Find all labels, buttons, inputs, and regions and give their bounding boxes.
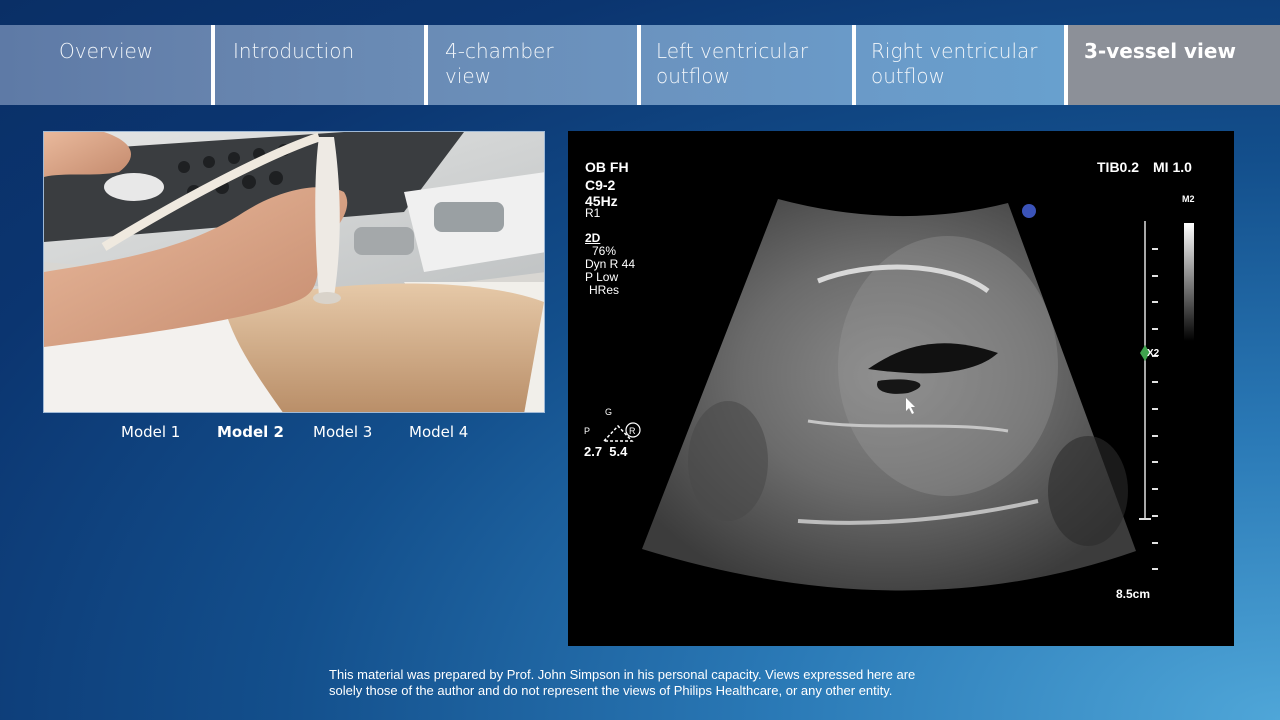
mi-label: MI 1.0	[1153, 159, 1192, 175]
transducer-label: C9-2	[585, 177, 616, 193]
tab-introduction[interactable]: Introduction	[215, 25, 424, 105]
model-4-button[interactable]: Model 4	[409, 423, 468, 441]
disclaimer-line-2: solely those of the author and do not re…	[329, 683, 893, 698]
disclaimer-line-1: This material was prepared by Prof. John…	[329, 667, 916, 682]
tab-label: Left ventricular outflow	[656, 39, 809, 88]
orientation-values: 2.7 5.4	[584, 444, 628, 459]
depth-label: 8.5cm	[1116, 587, 1151, 601]
scan-photo	[44, 132, 544, 412]
model-2-button[interactable]: Model 2	[217, 423, 284, 441]
res-mode-label: HRes	[589, 283, 620, 297]
model-1-button[interactable]: Model 1	[121, 423, 180, 441]
grayscale-map	[1184, 223, 1194, 341]
section-tabs: Overview Introduction 4-chamber view Lef…	[0, 25, 1280, 105]
tab-label: Introduction	[233, 39, 355, 63]
tab-label: Right ventricular outflow	[871, 39, 1038, 88]
scanning-video[interactable]	[43, 131, 545, 413]
orientation-g-label: G	[605, 407, 613, 417]
resolution-label: R1	[585, 206, 601, 220]
map-label: M2	[1182, 194, 1195, 204]
model-selector: Model 1 Model 2 Model 3 Model 4	[0, 423, 600, 443]
tab-label: 4-chamber view	[445, 39, 554, 88]
model-3-button[interactable]: Model 3	[313, 423, 372, 441]
orientation-p-label: P	[584, 426, 591, 436]
tib-label: TIB0.2	[1097, 159, 1140, 175]
tab-right-ventricular-outflow[interactable]: Right ventricular outflow	[856, 25, 1064, 105]
tab-label: 3-vessel view	[1084, 39, 1236, 63]
ultrasound-image: OB FH C9-2 45Hz R1 2D 76% Dyn R 44 P Low…	[568, 131, 1234, 646]
disclaimer-text: This material was prepared by Prof. John…	[329, 667, 989, 699]
preset-label: OB FH	[585, 159, 629, 175]
probe-marker-icon	[1022, 204, 1036, 218]
tab-label: Overview	[59, 39, 154, 63]
focus-marker-label: X2	[1147, 348, 1160, 359]
tab-3-vessel-view[interactable]: 3-vessel view	[1068, 25, 1280, 105]
orientation-r-label: R	[629, 426, 636, 436]
ultrasound-sector	[602, 199, 1194, 591]
tab-4-chamber-view[interactable]: 4-chamber view	[428, 25, 637, 105]
tab-left-ventricular-outflow[interactable]: Left ventricular outflow	[641, 25, 852, 105]
tab-overview[interactable]: Overview	[0, 25, 211, 105]
orientation-icon	[602, 424, 634, 442]
